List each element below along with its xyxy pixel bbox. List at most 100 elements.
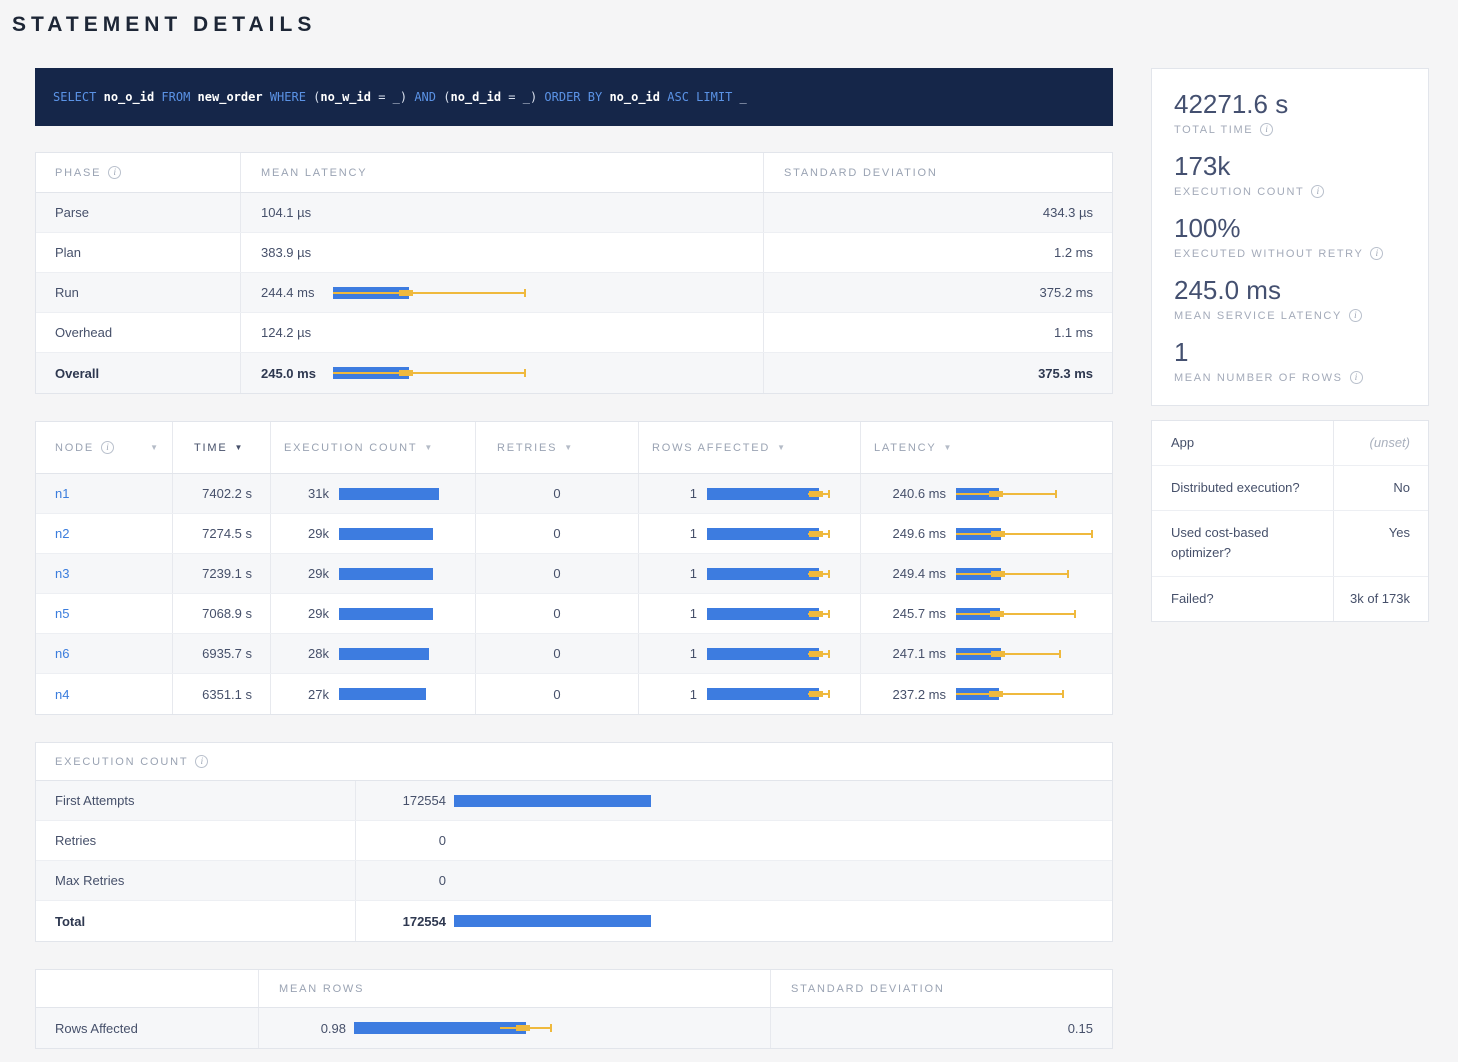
rows-affected-cell: 1 [639, 474, 861, 513]
time-cell: 7239.1 s [173, 554, 271, 593]
execution-count-bar [339, 566, 444, 582]
node-link[interactable]: n3 [55, 566, 69, 581]
column-label: LATENCY [874, 442, 937, 454]
execution-count-table: EXECUTION COUNT i First Attempts172554Re… [35, 742, 1113, 942]
count-value: 172554 [364, 914, 446, 929]
latency-bar [333, 365, 533, 381]
latency-bar [333, 205, 533, 221]
node-link[interactable]: n2 [55, 526, 69, 541]
execution-count-value: 31k [279, 486, 329, 501]
rows-affected-value: 1 [647, 687, 697, 702]
execution-count-column-header[interactable]: EXECUTION COUNT ▼ [271, 422, 476, 473]
execution-count-bar [339, 606, 444, 622]
bar-stddev-tick [1062, 690, 1064, 698]
info-icon[interactable]: i [108, 166, 121, 179]
phase-row: Plan383.9 µs1.2 ms [36, 233, 1112, 273]
mean-latency-value: 383.9 µs [261, 245, 333, 260]
sql-token: LIMIT [696, 90, 732, 104]
rows-affected-bar [707, 606, 837, 622]
count-bar [454, 913, 1014, 929]
bar-stddev-dash [809, 651, 823, 657]
rows-affected-value: 1 [647, 566, 697, 581]
rows-affected-cell: 1 [639, 634, 861, 673]
column-label: PHASE [55, 167, 101, 179]
page-title: STATEMENT DETAILS [0, 0, 1458, 45]
stat-value: 42271.6 s [1174, 89, 1408, 120]
mean-latency-cell: 244.4 ms [241, 273, 764, 312]
column-label: MEAN ROWS [279, 983, 364, 995]
bar-mean-segment [339, 568, 433, 580]
count-value: 0 [364, 873, 446, 888]
details-label: App [1152, 421, 1334, 465]
node-link[interactable]: n5 [55, 606, 69, 621]
table-title-label: EXECUTION COUNT [55, 756, 188, 768]
bar-mean-segment [707, 648, 819, 660]
stat-label-text: MEAN SERVICE LATENCY [1174, 310, 1342, 322]
info-icon[interactable]: i [101, 441, 114, 454]
count-row: Max Retries0 [36, 861, 1112, 901]
node-column-header[interactable]: NODE i ▼ [36, 422, 173, 473]
time-cell: 7068.9 s [173, 594, 271, 633]
node-link[interactable]: n4 [55, 687, 69, 702]
latency-column-header[interactable]: LATENCY ▼ [861, 422, 1112, 473]
bar-stddev-line [956, 613, 1076, 615]
latency-bar [333, 245, 533, 261]
stat-label: MEAN SERVICE LATENCY i [1174, 309, 1408, 322]
bar-mean-segment [707, 488, 819, 500]
latency-bar [956, 686, 1096, 702]
sql-token [96, 90, 103, 104]
bar-stddev-dash [809, 611, 823, 617]
sort-desc-icon: ▼ [150, 443, 158, 452]
rows-affected-cell: 1 [639, 594, 861, 633]
bar-stddev-dash [809, 491, 823, 497]
retries-cell: 0 [476, 514, 639, 553]
stat-value: 1 [1174, 337, 1408, 368]
bar-stddev-tick [524, 369, 526, 377]
phase-table-body: Parse104.1 µs434.3 µsPlan383.9 µs1.2 msR… [36, 193, 1112, 393]
phase-name: Run [36, 273, 241, 312]
count-label: Total [36, 901, 356, 941]
retries-cell: 0 [476, 594, 639, 633]
node-link[interactable]: n6 [55, 646, 69, 661]
std-dev-cell: 1.1 ms [764, 313, 1112, 352]
node-row: n57068.9 s29k01245.7 ms [36, 594, 1112, 634]
count-value-cell: 172554 [356, 901, 1112, 941]
phase-name: Overall [36, 353, 241, 393]
sort-desc-icon: ▼ [234, 443, 242, 452]
stat-label: MEAN NUMBER OF ROWSi [1174, 371, 1408, 384]
phase-name: Overhead [36, 313, 241, 352]
count-value-cell: 0 [356, 861, 1112, 900]
bar-mean-segment [339, 688, 426, 700]
info-icon[interactable]: i [1350, 371, 1363, 384]
execution-count-cell: 31k [271, 474, 476, 513]
sql-statement: SELECT no_o_id FROM new_order WHERE (no_… [53, 90, 747, 104]
rows-affected-column-header[interactable]: ROWS AFFECTED ▼ [639, 422, 861, 473]
node-link[interactable]: n1 [55, 486, 69, 501]
retries-column-header[interactable]: RETRIES ▼ [476, 422, 639, 473]
details-row: Distributed execution?No [1152, 466, 1428, 511]
rows-affected-cell: 1 [639, 554, 861, 593]
bar-mean-segment [707, 608, 819, 620]
rows-affected-bar [707, 686, 837, 702]
details-value: 3k of 173k [1334, 577, 1428, 621]
latency-cell: 249.4 ms [861, 554, 1112, 593]
info-icon[interactable]: i [1370, 247, 1383, 260]
execution-count-cell: 29k [271, 514, 476, 553]
sql-token: = _) [371, 90, 414, 104]
stat-label: EXECUTION COUNTi [1174, 185, 1408, 198]
node-row: n17402.2 s31k01240.6 ms [36, 474, 1112, 514]
sort-desc-icon: ▼ [777, 443, 785, 452]
rows-table-header: MEAN ROWS STANDARD DEVIATION [36, 970, 1112, 1008]
info-icon[interactable]: i [1260, 123, 1273, 136]
info-icon[interactable]: i [195, 755, 208, 768]
info-icon[interactable]: i [1349, 309, 1362, 322]
execution-count-bar [339, 526, 444, 542]
rows-std-dev-column-header: STANDARD DEVIATION [771, 970, 1112, 1007]
count-bar [454, 833, 1014, 849]
summary-stat: 100%EXECUTED WITHOUT RETRYi [1174, 213, 1408, 260]
info-icon[interactable]: i [1311, 185, 1324, 198]
count-bar [454, 793, 1014, 809]
node-cell: n2 [36, 514, 173, 553]
bar-stddev-tick [1074, 610, 1076, 618]
time-column-header[interactable]: TIME ▼ [173, 422, 271, 473]
